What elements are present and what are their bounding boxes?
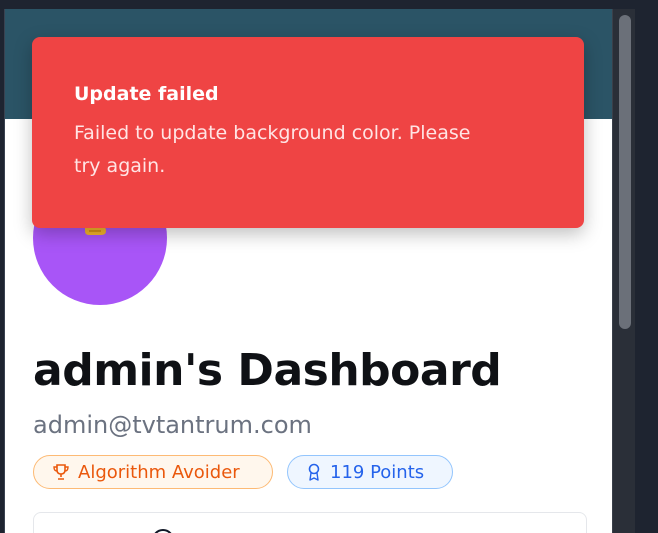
scrollbar[interactable]	[612, 9, 635, 533]
award-ribbon-icon	[308, 463, 320, 481]
page-title: admin's Dashboard	[33, 345, 502, 396]
info-icon	[154, 529, 172, 533]
points-badge: 119 Points	[287, 455, 453, 489]
user-email: admin@tvtantrum.com	[33, 411, 312, 439]
points-label: 119 Points	[330, 461, 425, 483]
trophy-icon	[53, 464, 69, 480]
toast-description: Failed to update background color. Pleas…	[74, 122, 471, 177]
action-card[interactable]	[33, 512, 587, 533]
achievement-label: Algorithm Avoider	[78, 461, 240, 483]
achievement-badge: Algorithm Avoider	[33, 455, 273, 489]
scrollbar-thumb[interactable]	[619, 15, 631, 329]
error-toast[interactable]: Update failed Failed to update backgroun…	[32, 37, 584, 228]
toast-title: Update failed	[74, 83, 219, 105]
